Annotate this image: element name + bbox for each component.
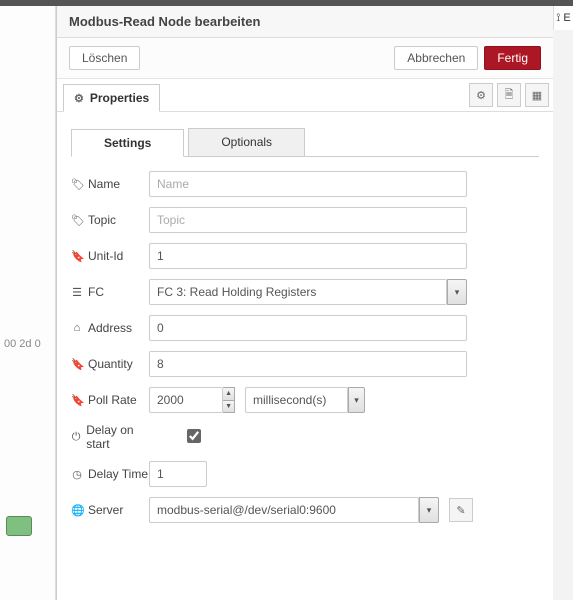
home-icon: ⌂ [71,322,83,334]
delete-button[interactable]: Löschen [69,46,140,70]
list-icon: ☰ [71,286,83,299]
dialog-title: Modbus-Read Node bearbeiten [57,6,553,38]
server-select[interactable] [149,497,419,523]
tab-optionals[interactable]: Optionals [188,128,305,156]
properties-label: Properties [90,91,149,105]
appearance-icon-button[interactable]: ▦ [525,83,549,107]
spinner-buttons[interactable]: ▲▼ [223,387,235,413]
tag-icon: 🏷 [71,178,83,191]
name-input[interactable] [149,171,467,197]
poll-unit-select[interactable] [245,387,348,413]
timeline-marker: 00 2d 0 [4,338,41,350]
delay-on-start-checkbox[interactable] [187,429,201,443]
chevron-down-icon[interactable]: ▾ [447,279,467,305]
chevron-down-icon[interactable]: ▾ [419,497,439,523]
gear-icon: ⚙ [74,92,84,105]
unit-id-input[interactable] [149,243,467,269]
edit-server-button[interactable]: ✎ [449,498,473,522]
chevron-down-icon[interactable]: ▾ [348,387,365,413]
done-button[interactable]: Fertig [484,46,541,70]
delay-time-input[interactable] [149,461,207,487]
edit-dialog: Modbus-Read Node bearbeiten Löschen Abbr… [56,6,553,600]
sidebar-toggle[interactable]: ⟟ E [553,6,573,30]
bookmark-icon: 🔖 [71,250,83,263]
clock-icon: ◷ [71,468,83,481]
palette-node[interactable] [6,516,32,536]
cancel-button[interactable]: Abbrechen [394,46,478,70]
power-icon: ⏻ [71,431,81,444]
docs-icon-button[interactable]: 🗎 [497,83,521,107]
quantity-input[interactable] [149,351,467,377]
globe-icon: 🌐 [71,504,83,517]
tab-settings[interactable]: Settings [71,129,184,157]
address-input[interactable] [149,315,467,341]
tag-icon: 🏷 [71,214,83,227]
poll-rate-input[interactable] [149,387,223,413]
properties-tab[interactable]: ⚙ Properties [63,84,160,112]
fc-select[interactable] [149,279,447,305]
settings-icon-button[interactable]: ⚙ [469,83,493,107]
bookmark-icon: 🔖 [71,394,83,407]
topic-input[interactable] [149,207,467,233]
bookmark-icon: 🔖 [71,358,83,371]
